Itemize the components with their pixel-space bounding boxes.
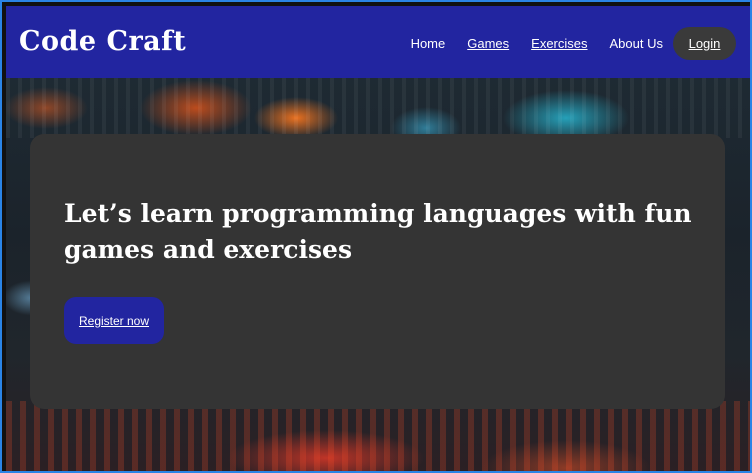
hero-section: Let’s learn programming languages with f… [6,78,750,471]
hero-headline: Let’s learn programming languages with f… [64,199,692,264]
nav-links: Home Games Exercises About Us Login [411,26,736,60]
hero-background-image [6,78,750,138]
navbar: Code Craft Home Games Exercises About Us… [6,6,750,78]
register-now-button[interactable]: Register now [64,297,164,344]
site-logo[interactable]: Code Craft [19,26,186,57]
hero-background-keyboard [6,401,750,471]
nav-link-exercises[interactable]: Exercises [531,36,587,51]
nav-link-about-us[interactable]: About Us [610,36,663,51]
nav-link-home[interactable]: Home [411,36,446,51]
login-button[interactable]: Login [673,26,736,60]
hero-card: Let’s learn programming languages with f… [30,134,725,409]
page-frame: Code Craft Home Games Exercises About Us… [0,0,752,473]
nav-link-games[interactable]: Games [467,36,509,51]
